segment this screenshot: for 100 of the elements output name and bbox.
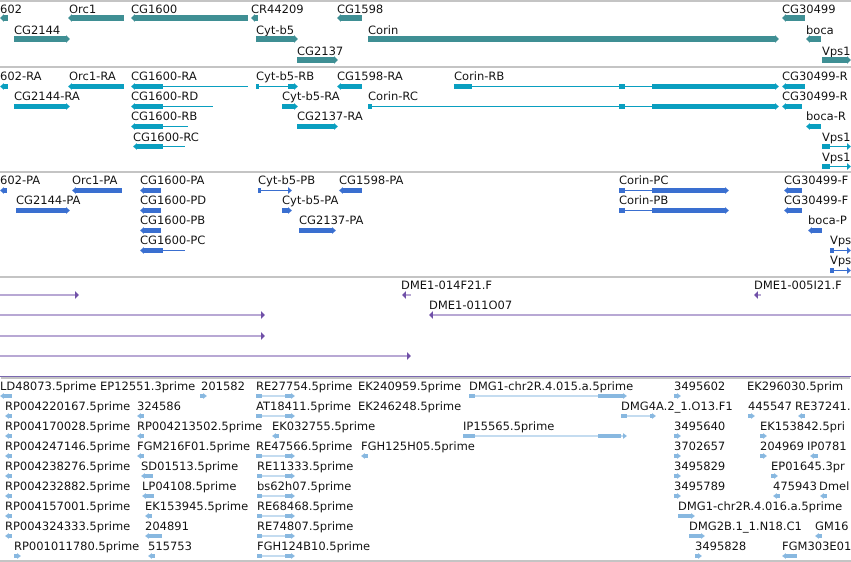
feature-label: FGH124B10.5prime: [257, 539, 370, 553]
feature-label: DME1-014F21.F: [401, 278, 492, 292]
feature-label: RP004324333.5prime: [5, 519, 130, 533]
feature-label: RP004213502.5prime: [137, 419, 262, 433]
feature-label: DMG2B.1_1.N18.C1: [689, 519, 802, 533]
feature-label: FGM216F01.5prime: [137, 439, 250, 453]
feature-label: Corin: [368, 23, 398, 37]
feature-label: RP004232882.5prime: [5, 479, 130, 493]
feature-label: CG1598-RA: [337, 69, 403, 83]
feature-label: FGM303E01: [782, 539, 851, 553]
feature-label: 201582: [201, 379, 245, 393]
feature-label: Corin-RB: [454, 69, 504, 83]
feature-label: 3495602: [674, 379, 726, 393]
feature-label: 204969: [760, 439, 804, 453]
feature-label: CG30499-R: [782, 89, 848, 104]
feature-label: CG1600: [131, 2, 178, 16]
feature-label: CG1600-RB: [131, 109, 198, 124]
feature-label: RP001011780.5prime: [14, 539, 140, 553]
feature-label: CG1600-RD: [131, 89, 198, 104]
feature-label: RE37241.: [795, 399, 850, 413]
feature-label: boca-R: [806, 109, 846, 124]
feature-label: Dmel: [819, 479, 850, 493]
feature-label: RE74807.5prime: [257, 519, 354, 533]
feature-label: RP004170028.5prime: [5, 419, 130, 433]
feature-label: CG30499: [782, 2, 836, 16]
feature-label: RE27754.5prime: [256, 379, 352, 393]
feature-label: Vps1: [822, 130, 850, 144]
feature-label: RP004220167.5prime: [5, 399, 130, 413]
feature-label: CG2144-RA: [14, 89, 80, 104]
feature-label: Vps1: [822, 44, 850, 58]
feature-label: CG2137: [297, 44, 344, 58]
feature-label: EP12551.3prime: [100, 379, 196, 393]
feature-label: 3495640: [674, 419, 726, 433]
feature-label: 475943: [773, 479, 817, 493]
feature-label: EK153945.5prime: [145, 499, 248, 513]
feature-label: IP0781: [807, 439, 847, 453]
feature-label: Corin-PB: [619, 193, 668, 207]
feature-label: CG1600-RC: [133, 130, 199, 144]
feature-label: CG2137-RA: [297, 109, 363, 124]
feature-label: 602-PA: [0, 173, 40, 187]
feature-label: LP04108.5prime: [142, 479, 236, 493]
feature-label: RE47566.5prime: [256, 439, 352, 453]
feature-label: boca-P: [808, 213, 847, 227]
feature-label: Corin-RC: [368, 89, 418, 104]
feature-label: 204891: [145, 519, 189, 533]
feature-label: DMG1-chr2R.4.016.a.5prime: [678, 499, 842, 513]
feature-label: FGH125H05.5prime: [361, 439, 475, 453]
feature-label: boca: [806, 23, 834, 37]
feature-label: IP15565.5prime: [463, 419, 554, 433]
feature-label: Orc1-RA: [69, 69, 116, 83]
feature-label: CG1598-PA: [339, 173, 404, 187]
feature-label: 445547: [748, 399, 792, 413]
feature-label: RP004247146.5prime: [5, 439, 130, 453]
feature-label: DMG4A.2_1.O13.F1: [621, 399, 733, 413]
feature-label: CG30499-F: [784, 193, 848, 207]
feature-label: CG2137-PA: [299, 213, 364, 227]
feature-label: CG1600-RA: [131, 69, 197, 83]
feature-label: CG2144-PA: [16, 193, 80, 207]
feature-label: CG1598: [337, 2, 384, 16]
feature-label: DMG1-chr2R.4.015.a.5prime: [469, 379, 634, 393]
feature-label: RE68468.5prime: [257, 499, 354, 513]
feature-label: CR44209: [251, 2, 304, 16]
feature-label: Corin-PC: [619, 173, 668, 187]
feature-label: bs62h07.5prime: [257, 479, 352, 493]
feature-label: Cyt-b5-RA: [282, 89, 340, 104]
feature-label: RE11333.5prime: [257, 459, 354, 473]
feature-label: DME1-011O07: [429, 298, 512, 312]
feature-label: EK246248.5prime: [358, 399, 462, 413]
feature-label: Vps1: [822, 150, 850, 164]
feature-label: EK296030.5prim: [747, 379, 844, 393]
feature-label: CG1600-PC: [140, 233, 206, 247]
feature-label: Orc1: [69, 2, 96, 16]
feature-label: Cyt-b5-RB: [256, 69, 314, 83]
feature-label: CG1600-PA: [140, 173, 204, 187]
feature-label: 602: [0, 2, 22, 16]
feature-label: DME1-005I21.F: [754, 278, 842, 292]
feature-label: CG30499-F: [784, 173, 848, 187]
feature-label: 3495829: [674, 459, 726, 473]
feature-label: GM16: [815, 519, 848, 533]
feature-label: Vps: [830, 253, 851, 267]
feature-label: 515753: [148, 539, 192, 553]
feature-label: 3495789: [674, 479, 726, 493]
feature-label: 3495828: [695, 539, 746, 553]
feature-label: Cyt-b5: [256, 23, 294, 37]
feature-label: RP004238276.5prime: [5, 459, 130, 473]
feature-label: Cyt-b5-PA: [282, 193, 338, 207]
feature-label: EP01645.3pr: [771, 459, 845, 473]
feature-label: Vps: [830, 233, 851, 247]
feature-label: Cyt-b5-PB: [258, 173, 316, 187]
feature-label: 602-RA: [0, 69, 42, 83]
feature-label: CG1600-PD: [140, 193, 206, 207]
feature-label: SD01513.5prime: [141, 459, 238, 473]
feature-label: RP004157001.5prime: [5, 499, 130, 513]
feature-label: EK032755.5prime: [272, 419, 376, 433]
feature-label: 3702657: [674, 439, 726, 453]
feature-label: AT18411.5prime: [256, 399, 352, 413]
feature-label: CG2144: [14, 23, 60, 37]
feature-label: Orc1-PA: [72, 173, 118, 187]
feature-label: CG30499-R: [782, 69, 848, 83]
feature-label: CG1600-PB: [140, 213, 206, 227]
